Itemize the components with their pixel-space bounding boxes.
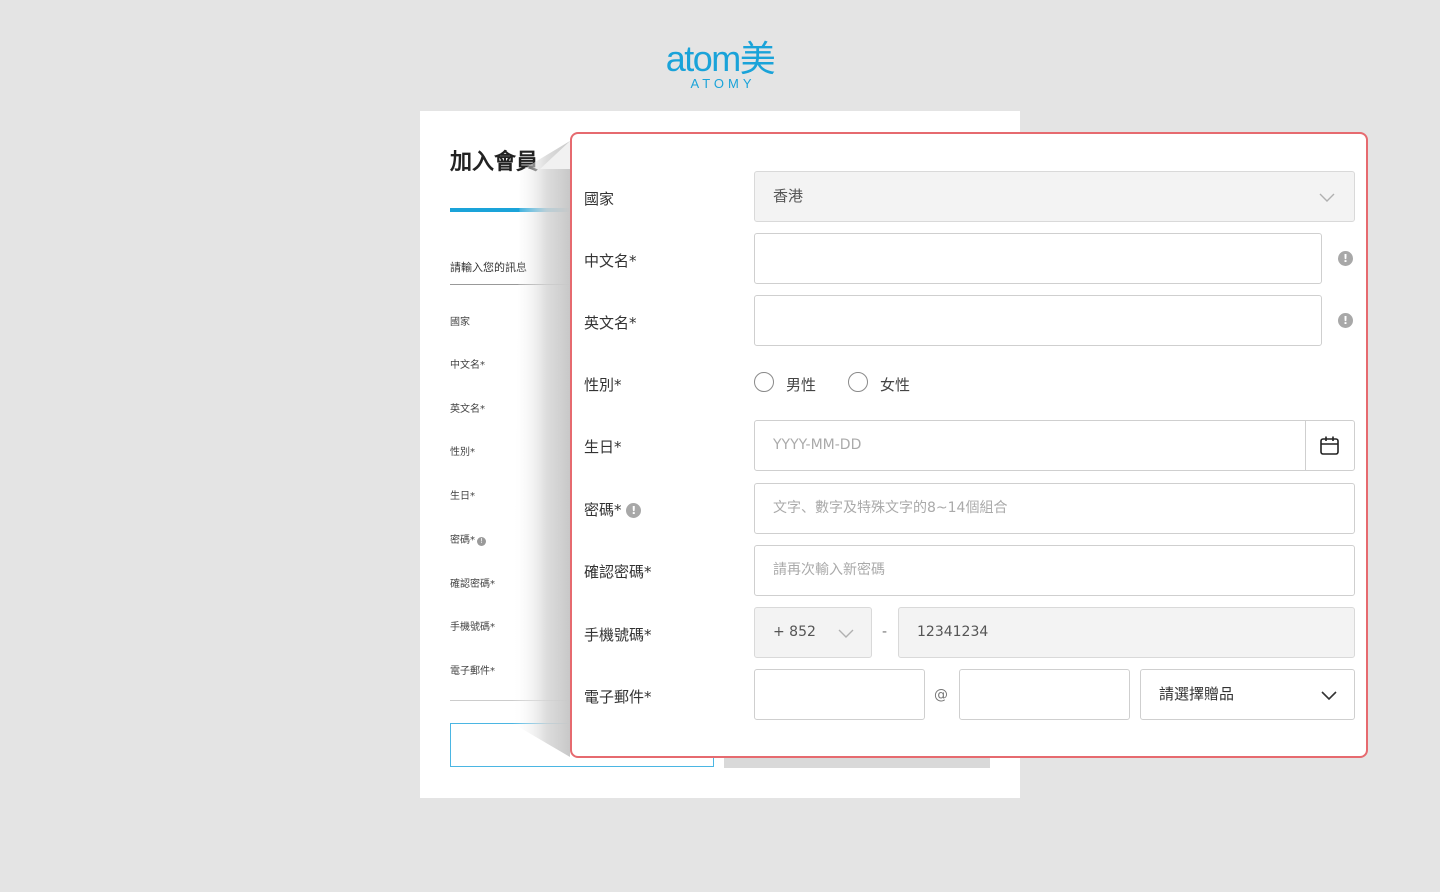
zoomed-form-panel: 國家 香港 中文名* ! 英文名* ! 性別* 男性 女性 生日* YYYY-M… <box>570 132 1368 758</box>
section-subtitle: 請輸入您的訊息 <box>450 261 527 274</box>
label-email: 電子郵件* <box>584 688 652 706</box>
birthday-placeholder: YYYY-MM-DD <box>773 437 862 453</box>
info-icon[interactable]: ! <box>626 503 642 518</box>
label-confirm-password: 確認密碼* <box>584 563 652 581</box>
bg-label-password-text: 密碼* <box>450 535 475 546</box>
logo-wordmark: atom美 <box>665 38 776 79</box>
label-birthday: 生日* <box>584 438 622 456</box>
bg-label-birthday: 生日* <box>450 491 475 502</box>
bg-label-country: 國家 <box>450 317 470 328</box>
logo-subtext: ATOMY <box>690 76 756 91</box>
bg-label-gender: 性別* <box>450 447 475 458</box>
email-local-input[interactable] <box>754 669 925 720</box>
label-password-text: 密碼* <box>584 501 622 519</box>
info-icon[interactable]: ! <box>1338 313 1353 328</box>
english-name-input[interactable] <box>754 295 1322 346</box>
bg-label-english-name: 英文名* <box>450 404 485 415</box>
birthday-input[interactable]: YYYY-MM-DD <box>754 420 1355 471</box>
country-value: 香港 <box>773 187 804 205</box>
label-password: 密碼* ! <box>584 499 642 520</box>
email-domain-select-value: 請選擇贈品 <box>1159 685 1235 703</box>
password-placeholder: 文字、數字及特殊文字的8~14個組合 <box>773 500 1008 516</box>
info-icon: ! <box>477 537 486 546</box>
country-code-select[interactable]: + 852 <box>754 607 872 658</box>
atomy-logo: atom美 ATOMY <box>660 38 780 91</box>
gender-female-label[interactable]: 女性 <box>880 374 910 395</box>
section-divider <box>450 284 580 285</box>
calendar-icon[interactable] <box>1319 435 1340 456</box>
title-underline <box>450 208 580 212</box>
label-gender: 性別* <box>584 376 622 394</box>
bg-label-email: 電子郵件* <box>450 666 495 677</box>
chinese-name-input[interactable] <box>754 233 1322 284</box>
label-chinese-name: 中文名* <box>584 252 637 270</box>
info-icon[interactable]: ! <box>1338 251 1353 266</box>
confirm-password-input[interactable]: 請再次輸入新密碼 <box>754 545 1355 596</box>
bottom-divider <box>450 700 580 701</box>
calendar-divider <box>1305 421 1306 470</box>
bg-label-confirm-password: 確認密碼* <box>450 579 495 590</box>
chevron-down-icon <box>838 629 854 638</box>
bg-label-password: 密碼*! <box>450 531 486 546</box>
gender-male-radio[interactable] <box>754 372 774 392</box>
email-at-sign: @ <box>934 687 948 703</box>
page-title: 加入會員 <box>450 150 539 175</box>
phone-number-input[interactable]: 12341234 <box>898 607 1355 658</box>
phone-number-value: 12341234 <box>917 624 989 640</box>
email-domain-input[interactable] <box>959 669 1130 720</box>
email-domain-select[interactable]: 請選擇贈品 <box>1140 669 1355 720</box>
bg-label-mobile: 手機號碼* <box>450 622 495 633</box>
password-input[interactable]: 文字、數字及特殊文字的8~14個組合 <box>754 483 1355 534</box>
bg-label-chinese-name: 中文名* <box>450 360 485 371</box>
chevron-down-icon <box>1321 691 1337 701</box>
label-english-name: 英文名* <box>584 314 637 332</box>
chevron-down-icon <box>1319 193 1335 202</box>
gender-male-label[interactable]: 男性 <box>786 374 816 395</box>
confirm-password-placeholder: 請再次輸入新密碼 <box>773 562 885 578</box>
country-code-value: + 852 <box>773 624 816 640</box>
label-country: 國家 <box>584 190 615 208</box>
primary-button[interactable] <box>724 758 990 768</box>
label-mobile: 手機號碼* <box>584 626 652 644</box>
gender-female-radio[interactable] <box>848 372 868 392</box>
phone-separator: - <box>882 624 888 640</box>
country-select[interactable]: 香港 <box>754 171 1355 222</box>
